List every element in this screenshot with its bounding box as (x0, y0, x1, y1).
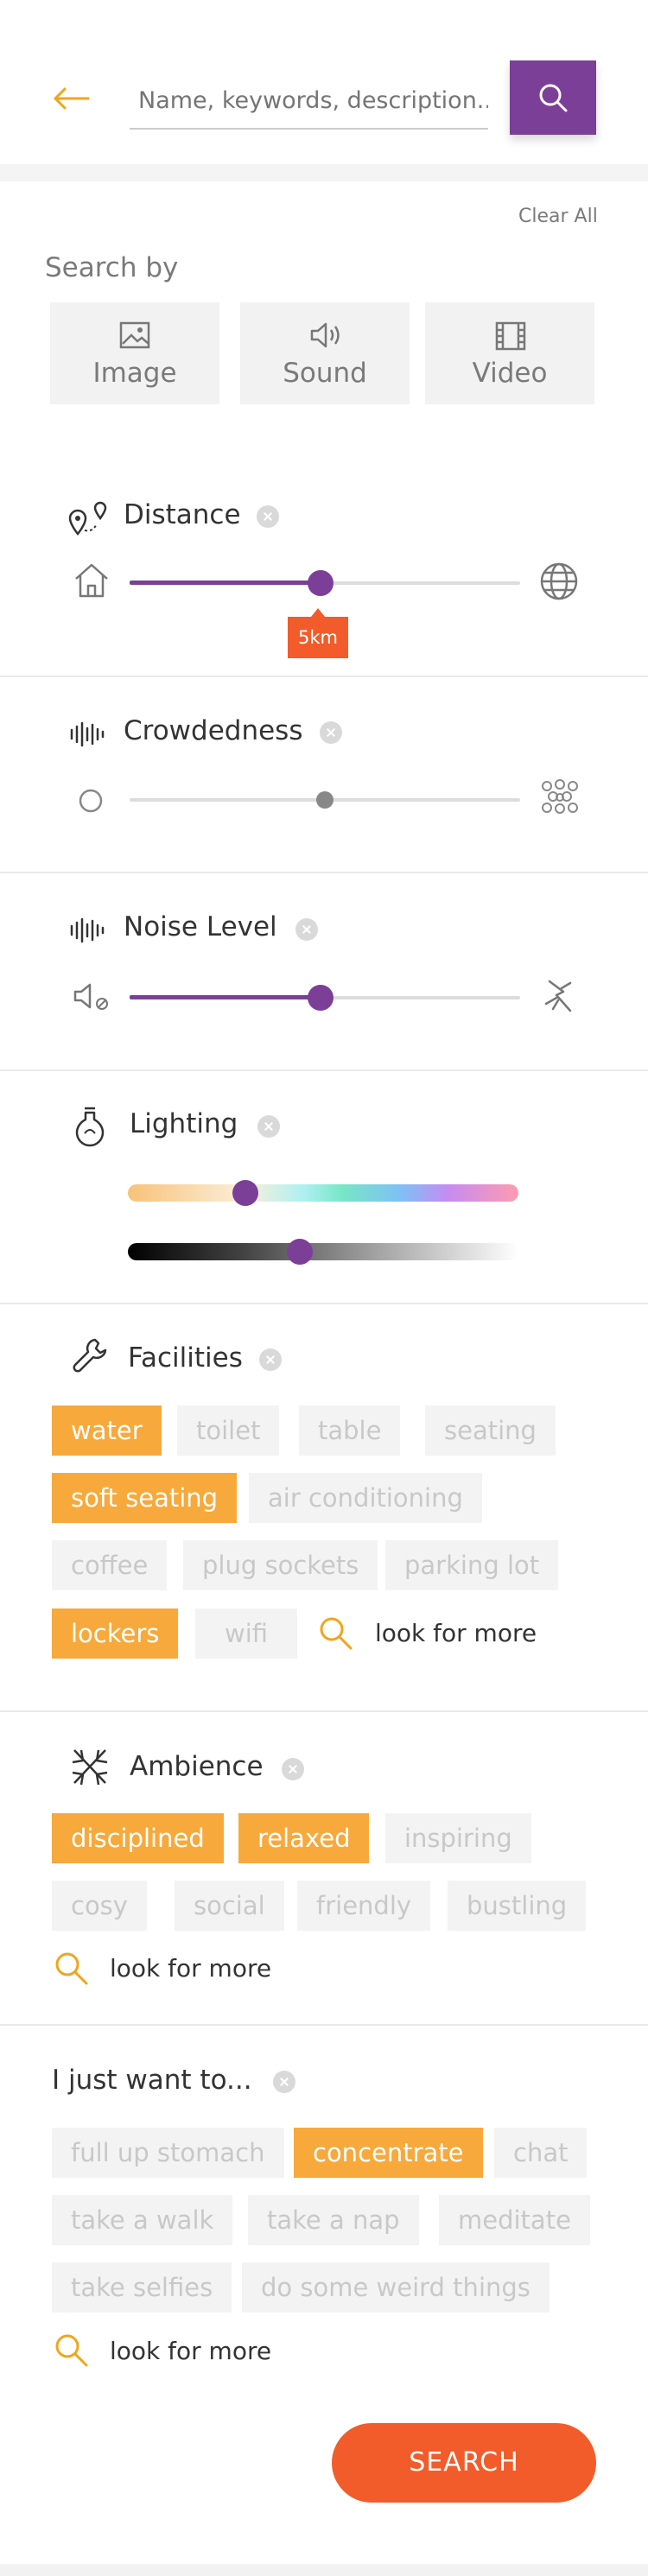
search-field (130, 76, 488, 130)
chip-table[interactable]: table (299, 1405, 401, 1456)
brightness-slider-handle[interactable] (286, 1239, 313, 1265)
facilities-clear-button[interactable] (259, 1348, 282, 1371)
chip-chat[interactable]: chat (494, 2128, 588, 2178)
mute-speaker-icon (73, 983, 108, 1010)
chip-friendly[interactable]: friendly (297, 1881, 431, 1931)
chip-lockers[interactable]: lockers (52, 1608, 179, 1659)
search-input[interactable] (130, 76, 488, 124)
divider (0, 1710, 648, 1712)
crowdedness-clear-button[interactable] (320, 721, 342, 744)
globe-icon (540, 562, 578, 600)
lightbulb-icon (75, 1107, 105, 1147)
route-pin-icon (68, 501, 107, 536)
chip-relaxed[interactable]: relaxed (238, 1813, 370, 1863)
empty-circle-icon (79, 789, 103, 813)
back-arrow-icon[interactable] (52, 86, 90, 111)
look-for-more-icon[interactable] (54, 2332, 90, 2369)
light-color-slider-track[interactable] (128, 1184, 518, 1202)
ambience-icon (72, 1749, 108, 1786)
header-divider (0, 164, 648, 181)
crowd-dots-icon (542, 779, 578, 814)
facilities-title: Facilities (128, 1342, 243, 1374)
distance-slider-handle[interactable] (308, 570, 334, 596)
ambience-title: Ambience (130, 1751, 264, 1782)
divider (0, 2024, 648, 2026)
sound-label: Sound (283, 358, 367, 389)
ambience-clear-button[interactable] (282, 1758, 304, 1780)
page-bottom-bar (0, 2564, 648, 2576)
chip-full-up-stomach[interactable]: full up stomach (52, 2128, 284, 2178)
distance-clear-button[interactable] (257, 505, 279, 528)
noise-clear-button[interactable] (295, 918, 318, 941)
look-for-more-icon[interactable] (54, 1951, 90, 1987)
crowdedness-slider-handle[interactable] (316, 791, 334, 809)
chip-concentrate[interactable]: concentrate (294, 2128, 483, 2178)
wrench-icon (73, 1338, 107, 1373)
noise-title: Noise Level (124, 911, 277, 942)
search-by-video-button[interactable]: Video (425, 302, 594, 404)
distance-title: Distance (124, 499, 241, 530)
search-button[interactable]: SEARCH (332, 2423, 596, 2503)
lighting-title: Lighting (130, 1108, 238, 1139)
chip-toilet[interactable]: toilet (177, 1405, 280, 1456)
divider (0, 1069, 648, 1071)
chip-take-a-walk[interactable]: take a walk (52, 2195, 233, 2245)
chip-wifi[interactable]: wifi (195, 1608, 298, 1659)
distance-slider-fill (130, 581, 321, 585)
divider (0, 1303, 648, 1304)
film-icon (495, 321, 526, 351)
look-for-more-link[interactable]: look for more (110, 2337, 271, 2365)
loud-burst-icon (544, 980, 572, 1012)
light-color-slider-handle[interactable] (232, 1180, 258, 1206)
divider (0, 872, 648, 873)
chip-do-some-weird-things[interactable]: do some weird things (242, 2262, 550, 2313)
intent-title: I just want to... (52, 2065, 252, 2096)
top-bar (0, 0, 648, 164)
chip-disciplined[interactable]: disciplined (52, 1813, 224, 1863)
search-filter-page: Clear All Search by Image Sound Video Di… (0, 0, 648, 2576)
speaker-icon (310, 322, 340, 348)
noise-wave-icon (70, 917, 105, 943)
search-by-sound-button[interactable]: Sound (240, 302, 410, 404)
waveform-icon (70, 721, 105, 747)
chip-take-selfies[interactable]: take selfies (52, 2262, 232, 2313)
chip-inspiring[interactable]: inspiring (385, 1813, 531, 1863)
noise-slider-fill (130, 995, 321, 999)
chip-coffee[interactable]: coffee (52, 1540, 168, 1590)
distance-value-badge: 5km (288, 608, 348, 658)
home-icon (75, 563, 108, 598)
look-for-more-link[interactable]: look for more (375, 1619, 537, 1647)
chip-parking-lot[interactable]: parking lot (385, 1540, 559, 1590)
look-for-more-link[interactable]: look for more (110, 1954, 271, 1983)
brightness-slider-track[interactable] (128, 1243, 518, 1260)
crowdedness-title: Crowdedness (124, 715, 303, 746)
image-label: Image (92, 358, 177, 389)
chip-soft-seating[interactable]: soft seating (52, 1473, 238, 1523)
chip-seating[interactable]: seating (425, 1405, 556, 1456)
video-label: Video (472, 358, 548, 389)
chip-air-conditioning[interactable]: air conditioning (249, 1473, 482, 1523)
clear-all-link[interactable]: Clear All (518, 206, 598, 227)
chip-plug-sockets[interactable]: plug sockets (183, 1540, 378, 1590)
divider (0, 676, 648, 677)
search-submit-button[interactable] (510, 60, 596, 135)
chip-take-a-nap[interactable]: take a nap (248, 2195, 419, 2245)
intent-clear-button[interactable] (273, 2071, 295, 2093)
chip-meditate[interactable]: meditate (439, 2195, 590, 2245)
look-for-more-icon[interactable] (318, 1615, 354, 1652)
search-by-label: Search by (45, 252, 179, 283)
chip-cosy[interactable]: cosy (52, 1881, 147, 1931)
chip-social[interactable]: social (175, 1881, 284, 1931)
chip-water[interactable]: water (52, 1405, 162, 1456)
lighting-clear-button[interactable] (257, 1115, 280, 1138)
search-icon (539, 84, 568, 112)
noise-slider-handle[interactable] (308, 985, 334, 1011)
chip-bustling[interactable]: bustling (448, 1881, 587, 1931)
image-icon (119, 321, 150, 349)
search-by-image-button[interactable]: Image (50, 302, 219, 404)
